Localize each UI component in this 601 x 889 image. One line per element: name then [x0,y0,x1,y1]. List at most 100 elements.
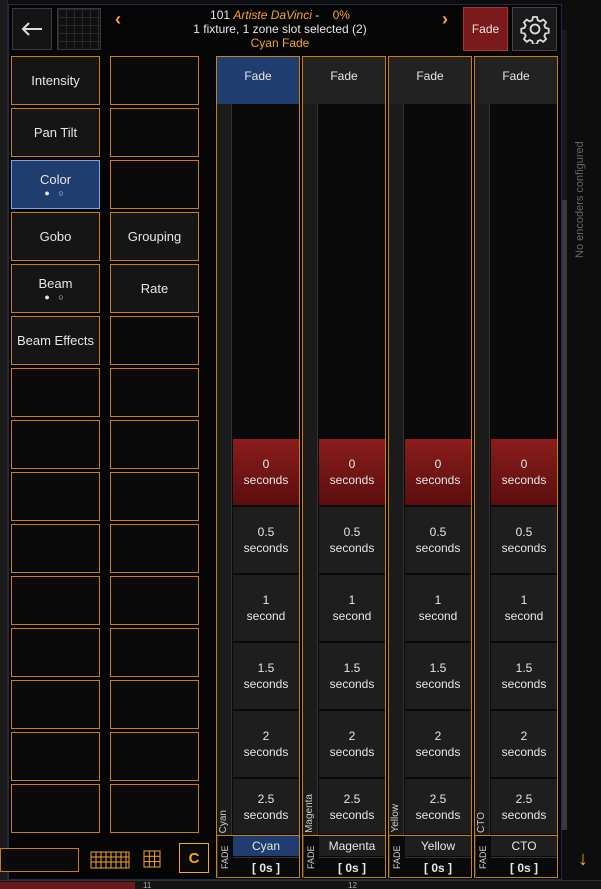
time-step-0[interactable]: 0 seconds [233,439,299,506]
bg-number-12: 12 [348,881,357,889]
time-step-1.5[interactable]: 1.5 seconds [233,643,299,710]
command-input[interactable] [0,848,79,872]
back-button[interactable] [12,8,52,50]
step-value: 0.5 [343,525,361,539]
attribute-empty-slot[interactable] [110,368,199,417]
attribute-intensity-button[interactable]: Intensity [11,56,100,105]
step-unit: seconds [243,807,289,822]
attribute-pan-tilt-button[interactable]: Pan Tilt [11,108,100,157]
attribute-grouping-button[interactable]: Grouping [110,212,199,261]
time-step-1.5[interactable]: 1.5 seconds [319,643,385,710]
no-encoders-label: No encoders configured [574,141,586,259]
time-step-1[interactable]: 1 second [319,575,385,642]
step-unit: seconds [329,541,375,555]
time-step-1.5[interactable]: 1.5 seconds [491,643,557,710]
step-value: 0 [348,457,356,471]
time-step-2.5[interactable]: 2.5 seconds [233,779,299,835]
time-step-0.5[interactable]: 0.5 seconds [319,507,385,574]
attribute-empty-slot[interactable] [110,680,199,729]
attribute-empty-slot[interactable] [11,784,100,833]
step-value: 0 [434,457,442,471]
attribute-empty-slot[interactable] [110,420,199,469]
attribute-empty-slot[interactable] [11,420,100,469]
column-fade-button[interactable]: Fade [217,57,299,104]
time-step-0.5[interactable]: 0.5 seconds [233,507,299,574]
attribute-empty-slot[interactable] [110,732,199,781]
parameter-name[interactable]: CTO [491,836,557,856]
time-step-0[interactable]: 0 seconds [319,439,385,506]
fader-track[interactable]: Magenta [303,104,318,835]
step-value: 1 [520,593,528,607]
parameter-name[interactable]: Magenta [319,836,385,856]
arrow-left-icon [21,22,42,36]
attribute-empty-slot[interactable] [110,472,199,521]
time-step-0[interactable]: 0 seconds [405,439,471,506]
step-value: 2.5 [343,791,361,806]
time-step-1[interactable]: 1 second [491,575,557,642]
time-step-2.5[interactable]: 2.5 seconds [319,779,385,835]
column-fade-button[interactable]: Fade [389,57,471,104]
step-unit: seconds [415,677,461,691]
attribute-empty-slot[interactable] [11,524,100,573]
track-label: Magenta [304,794,315,833]
attribute-label: Pan Tilt [33,125,78,140]
time-step-2[interactable]: 2 seconds [491,711,557,778]
attribute-rate-button[interactable]: Rate [110,264,199,313]
parameter-name[interactable]: Cyan [233,836,299,856]
column-footer: FADE CTO [ 0s ] [475,835,557,878]
time-step-2[interactable]: 2 seconds [233,711,299,778]
settings-button[interactable] [512,7,557,51]
time-step-2.5[interactable]: 2.5 seconds [405,779,471,835]
scrollbar-thumb[interactable] [562,200,567,830]
attribute-empty-slot[interactable] [110,784,199,833]
attribute-empty-slot[interactable] [110,316,199,365]
keypad-icon[interactable] [143,850,161,868]
attribute-empty-slot[interactable] [110,108,199,157]
time-step-0[interactable]: 0 seconds [491,439,557,506]
step-unit: seconds [501,745,547,759]
time-step-2[interactable]: 2 seconds [405,711,471,778]
attribute-color-button[interactable]: Color ● ○ [11,160,100,209]
time-step-0.5[interactable]: 0.5 seconds [491,507,557,574]
fader-track[interactable]: CTO [475,104,490,835]
time-step-1.5[interactable]: 1.5 seconds [405,643,471,710]
fader-track[interactable]: Yellow [389,104,404,835]
attribute-empty-slot[interactable] [11,732,100,781]
fader-track[interactable]: Cyan [217,104,232,835]
attribute-empty-slot[interactable] [11,576,100,625]
column-fade-button[interactable]: Fade [303,57,385,104]
time-step-0.5[interactable]: 0.5 seconds [405,507,471,574]
previous-fixture-arrow[interactable]: ‹ [109,10,127,28]
attribute-beam-button[interactable]: Beam ● ○ [11,264,100,313]
keyboard-icon[interactable] [90,850,130,870]
parameter-name[interactable]: Yellow [405,836,471,856]
footer-fade-label: FADE [303,836,318,878]
fixture-grid-button[interactable] [57,8,101,50]
fade-mode-button[interactable]: Fade [463,7,508,51]
step-unit: second [246,609,286,623]
attribute-empty-slot[interactable] [110,628,199,677]
attribute-empty-slot[interactable] [11,368,100,417]
time-step-1[interactable]: 1 second [405,575,471,642]
attribute-gobo-button[interactable]: Gobo [11,212,100,261]
step-value: 2.5 [429,791,447,806]
track-label: Cyan [218,809,229,833]
column-fade-button[interactable]: Fade [475,57,557,104]
attribute-empty-slot[interactable] [110,524,199,573]
attribute-empty-slot[interactable] [11,628,100,677]
attribute-empty-slot[interactable] [110,56,199,105]
next-fixture-arrow[interactable]: › [436,10,454,28]
time-step-2.5[interactable]: 2.5 seconds [491,779,557,835]
time-step-1[interactable]: 1 second [233,575,299,642]
attribute-empty-slot[interactable] [110,160,199,209]
column-footer: FADE Magenta [ 0s ] [303,835,385,878]
attribute-label: Beam [38,275,73,291]
step-value: 0.5 [429,525,447,539]
attribute-beam-effects-button[interactable]: Beam Effects [11,316,100,365]
clear-button[interactable]: C [179,843,209,873]
attribute-empty-slot[interactable] [110,576,199,625]
attribute-empty-slot[interactable] [11,472,100,521]
attribute-empty-slot[interactable] [11,680,100,729]
arrow-down-icon[interactable]: ↓ [572,848,594,874]
time-step-2[interactable]: 2 seconds [319,711,385,778]
